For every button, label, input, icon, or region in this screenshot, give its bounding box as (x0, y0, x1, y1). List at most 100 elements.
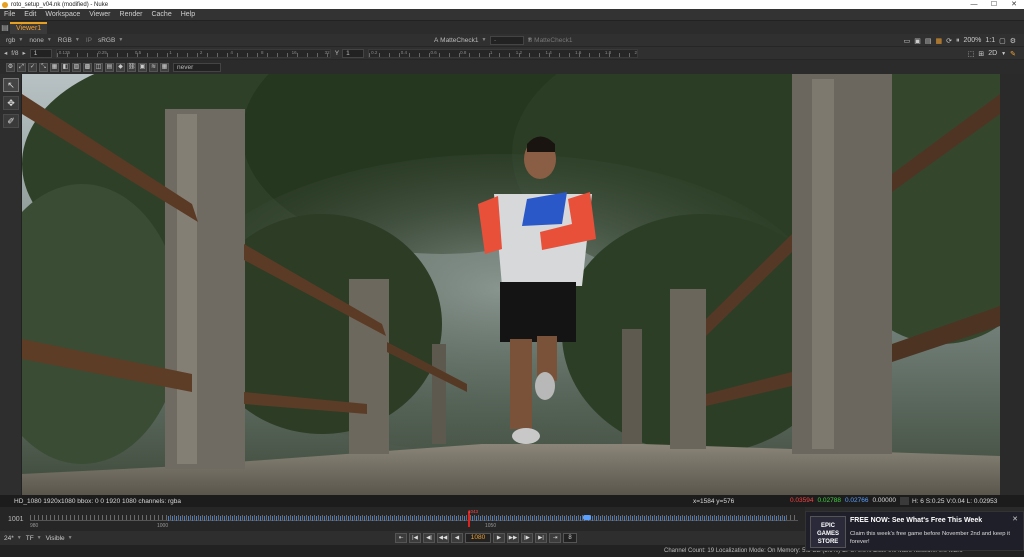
frame-increment-field[interactable]: 8 (563, 533, 577, 543)
format-info: HD_1080 1920x1080 bbox: 0 0 1920 1080 ch… (14, 497, 181, 505)
auto-key-icon[interactable]: ✓ (28, 62, 37, 72)
panel-menu-icon[interactable]: ▤ (0, 21, 10, 34)
chevron-down-icon[interactable]: ▼ (1001, 51, 1006, 57)
zoom-dropdown[interactable]: 200% (963, 37, 981, 44)
select-arrow-icon[interactable]: ↖ (3, 78, 19, 92)
fps-dropdown[interactable]: 24* ▼ (4, 535, 22, 542)
pause-icon[interactable]: ⏸ (956, 37, 960, 45)
bezier-tool-icon[interactable]: ✐ (3, 114, 19, 128)
transform-tool-icon[interactable]: ✥ (3, 96, 19, 110)
gamma-slider[interactable]: 0.20.40.60.811.21.41.61.82 (368, 48, 639, 58)
menu-viewer[interactable]: Viewer (89, 11, 110, 18)
link-icon[interactable]: ⛓ (127, 62, 136, 72)
display-dropdown[interactable]: RGB ▼ (58, 37, 80, 44)
alpha-dropdown[interactable]: none ▼ (29, 37, 51, 44)
color-swatch (900, 497, 909, 505)
menu-cache[interactable]: Cache (151, 11, 171, 18)
overlay-icon[interactable]: ▦ (160, 62, 169, 72)
handles-icon[interactable]: ⊞ (978, 50, 984, 58)
menu-render[interactable]: Render (120, 11, 143, 18)
tf-dropdown[interactable]: TF ▼ (26, 535, 42, 542)
roi-icon[interactable]: ▭ (904, 37, 911, 45)
roto-settings-icon[interactable]: ⚙ (6, 62, 15, 72)
proxy-icon[interactable]: ▣ (914, 37, 921, 45)
gain-step-up-icon[interactable]: ▸ (23, 49, 26, 57)
refresh-icon[interactable]: ⟳ (946, 37, 952, 45)
menu-help[interactable]: Help (181, 11, 195, 18)
lut-icon[interactable]: ▦ (935, 37, 942, 45)
input-b-selector[interactable]: B MatteCheck1 (528, 37, 572, 44)
range-dropdown[interactable]: Visible ▼ (46, 535, 73, 542)
timeline[interactable]: 1001 1043 980 1000 1050 (0, 507, 805, 531)
select-curves-icon[interactable]: ▩ (83, 62, 92, 72)
chevron-down-icon: ▼ (18, 37, 24, 43)
maximize-button[interactable]: ☐ (984, 0, 1004, 9)
paint-brush-icon[interactable]: ✎ (1010, 50, 1016, 58)
current-frame-field[interactable]: 1080 (465, 533, 491, 543)
prev-keyframe-button[interactable]: |◀ (409, 533, 421, 543)
view-mode-dropdown[interactable]: 2D (988, 50, 997, 57)
gain-slider[interactable]: 0.1250.250.512481632 (55, 48, 331, 58)
timeline-track[interactable]: 1043 (30, 509, 798, 527)
menu-edit[interactable]: Edit (24, 11, 36, 18)
key-icon[interactable]: ◆ (116, 62, 125, 72)
show-lines-icon[interactable]: ▤ (105, 62, 114, 72)
next-frame-button[interactable]: |▶ (521, 533, 533, 543)
close-button[interactable]: ✕ (1004, 0, 1024, 9)
viewer-toolbar-top: rgb ▼ none ▼ RGB ▼ IP sRGB ▼ A MatteCheck1 ▼… (0, 34, 1024, 47)
minimize-button[interactable]: — (964, 0, 984, 9)
go-end-button[interactable]: ⇥ (549, 533, 561, 543)
start-frame[interactable]: 1001 (8, 516, 24, 523)
menu-workspace[interactable]: Workspace (45, 11, 80, 18)
composite-dropdown[interactable]: - ▼ (490, 35, 532, 45)
ripple-icon[interactable]: ◧ (61, 62, 70, 72)
display-value: RGB (57, 36, 72, 44)
alpha-value: none (29, 36, 44, 44)
go-start-button[interactable]: ⇤ (395, 533, 407, 543)
colorspace-value: sRGB (97, 36, 116, 44)
ratio-dropdown[interactable]: 1:1 (985, 37, 995, 44)
red-value: 0.03594 (790, 497, 814, 504)
toast-notification[interactable]: EPIC GAMES STORE FREE NOW: See What's Fr… (805, 511, 1024, 551)
next-keyframe-button[interactable]: ▶| (535, 533, 547, 543)
crop-icon[interactable]: ⬚ (968, 50, 975, 58)
rewind-button[interactable]: ◀◀ (437, 533, 449, 543)
playback-controls: ⇤ |◀ ◀| ◀◀ ◀ 1080 ▶ ▶▶ |▶ ▶| ⇥ 8 (395, 533, 577, 543)
chevron-down-icon: ▼ (36, 535, 42, 541)
clip-mode-value: never (173, 62, 221, 72)
fast-forward-button[interactable]: ▶▶ (507, 533, 519, 543)
lock-icon[interactable]: ▣ (138, 62, 147, 72)
select-points-icon[interactable]: ▨ (72, 62, 81, 72)
clip-mode-dropdown[interactable]: never (173, 62, 221, 72)
bbox-icon[interactable]: ▦ (50, 62, 59, 72)
notification-close-icon[interactable]: ✕ (1012, 515, 1018, 523)
channels-dropdown[interactable]: rgb ▼ (6, 37, 23, 44)
motion-blur-icon[interactable]: ≋ (149, 62, 158, 72)
panel-tab-bar: ▤ Viewer1 (0, 21, 1024, 34)
feather-icon[interactable]: ⤡ (39, 62, 48, 72)
chevron-down-icon: ▼ (118, 37, 124, 43)
gain-step-icon[interactable]: ◂ (4, 49, 7, 57)
playhead-frame: 1043 (468, 509, 479, 514)
menu-file[interactable]: File (4, 11, 15, 18)
tab-viewer1[interactable]: Viewer1 (10, 21, 48, 34)
tf-value: TF (25, 534, 34, 542)
gain-field[interactable]: 1 (29, 48, 52, 58)
pixel-values: 0.03594 0.02788 0.02766 0.00000 (790, 497, 909, 505)
input-a-selector[interactable]: A MatteCheck1 ▼ (434, 37, 486, 44)
prev-frame-button[interactable]: ◀| (423, 533, 435, 543)
render-icon[interactable]: ▢ (999, 37, 1006, 45)
timeline-label-1000: 1000 (157, 523, 169, 529)
ip-toggle[interactable]: IP (86, 37, 92, 44)
show-points-icon[interactable]: ◫ (94, 62, 103, 72)
keyframe-marker[interactable] (583, 515, 591, 520)
settings-icon[interactable]: ⚙ (1010, 37, 1016, 45)
gamma-field[interactable]: 1 (342, 48, 365, 58)
downscale-icon[interactable]: ▤ (925, 37, 932, 45)
viewer-canvas[interactable] (22, 74, 1000, 495)
play-forward-button[interactable]: ▶ (493, 533, 505, 543)
transform-icon[interactable]: ⤢ (17, 62, 26, 72)
colorspace-dropdown[interactable]: sRGB ▼ (98, 37, 123, 44)
play-backward-button[interactable]: ◀ (451, 533, 463, 543)
timeline-label-1050: 1050 (485, 523, 497, 529)
